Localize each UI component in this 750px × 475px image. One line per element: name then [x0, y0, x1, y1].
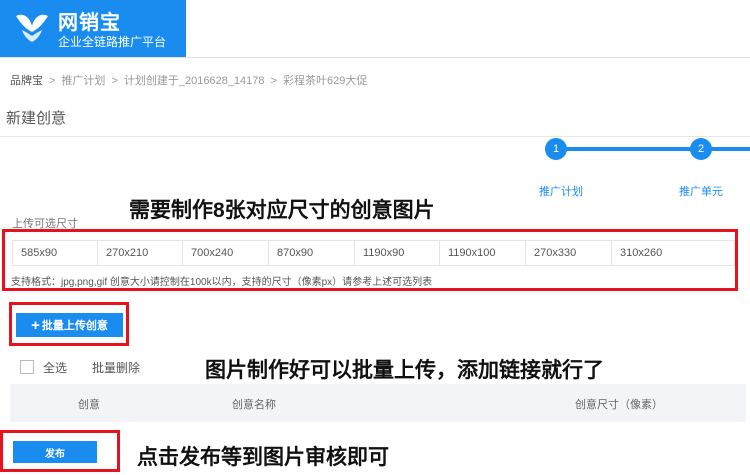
breadcrumb-item-plan[interactable]: 推广计划 — [61, 75, 105, 87]
annotation-batch-upload: 图片制作好可以批量上传，添加链接就行了 — [205, 359, 604, 382]
format-note: 支持格式：jpg,png,gif 创意大小请控制在100k以内，支持的尺寸（像素… — [11, 277, 433, 288]
publish-highlight: 发布 — [0, 430, 120, 472]
select-all-label[interactable]: 全选 — [43, 359, 67, 376]
size-option: 270x330 — [525, 240, 612, 266]
creative-table-header: 创意 创意名称 创意尺寸（像素） — [10, 384, 746, 422]
logo-brand: 网销宝 — [58, 12, 121, 34]
header-divider — [0, 57, 750, 58]
size-option: 585x90 — [12, 240, 98, 266]
column-header-creative-size: 创意尺寸（像素） — [575, 399, 663, 411]
butterfly-logo-icon — [16, 14, 48, 42]
page-title: 新建创意 — [6, 110, 67, 127]
app-logo[interactable]: 网销宝 企业全链路推广平台 — [0, 0, 186, 57]
annotation-make-images: 需要制作8张对应尺寸的创意图片 — [129, 199, 435, 222]
batch-upload-button[interactable]: + 批量上传创意 — [16, 313, 123, 337]
breadcrumb-item-campaign[interactable]: 彩程茶叶629大促 — [283, 75, 367, 87]
publish-button[interactable]: 发布 — [13, 441, 97, 463]
plus-icon: + — [31, 316, 40, 334]
size-option: 270x210 — [97, 240, 183, 266]
batch-upload-label: 批量上传创意 — [41, 320, 108, 332]
batch-upload-highlight: + 批量上传创意 — [9, 302, 129, 346]
breadcrumb-separator: > — [111, 75, 118, 87]
column-header-creative-name: 创意名称 — [232, 399, 276, 411]
size-option: 1190x90 — [354, 240, 440, 266]
step-1-label: 推广计划 — [539, 186, 583, 198]
size-list: 585x90 270x210 700x240 870x90 1190x90 11… — [12, 240, 735, 266]
logo-slogan: 企业全链路推广平台 — [58, 35, 167, 49]
step-1-circle: 1 — [545, 138, 567, 160]
step-2-circle: 2 — [690, 138, 712, 160]
step-progress-line — [556, 147, 750, 151]
batch-delete-link[interactable]: 批量删除 — [92, 359, 140, 376]
breadcrumb-separator: > — [270, 75, 277, 87]
size-option: 870x90 — [268, 240, 355, 266]
upload-sizes-highlight: 585x90 270x210 700x240 870x90 1190x90 11… — [2, 229, 738, 291]
breadcrumb-item-brand[interactable]: 品牌宝 — [10, 75, 43, 87]
column-header-creative: 创意 — [78, 399, 100, 411]
annotation-publish: 点击发布等到图片审核即可 — [137, 446, 389, 469]
breadcrumb-separator: > — [49, 75, 56, 87]
size-option: 310x260 — [611, 240, 735, 266]
breadcrumb-item-created-plan[interactable]: 计划创建于_2016628_14178 — [124, 75, 265, 87]
step-2-label: 推广单元 — [679, 186, 723, 198]
size-option: 700x240 — [182, 240, 269, 266]
select-all-checkbox[interactable] — [20, 360, 34, 374]
breadcrumb: 品牌宝 > 推广计划 > 计划创建于_2016628_14178 > 彩程茶叶629大促 — [10, 72, 367, 88]
title-divider — [0, 136, 750, 137]
size-option: 1190x100 — [439, 240, 526, 266]
